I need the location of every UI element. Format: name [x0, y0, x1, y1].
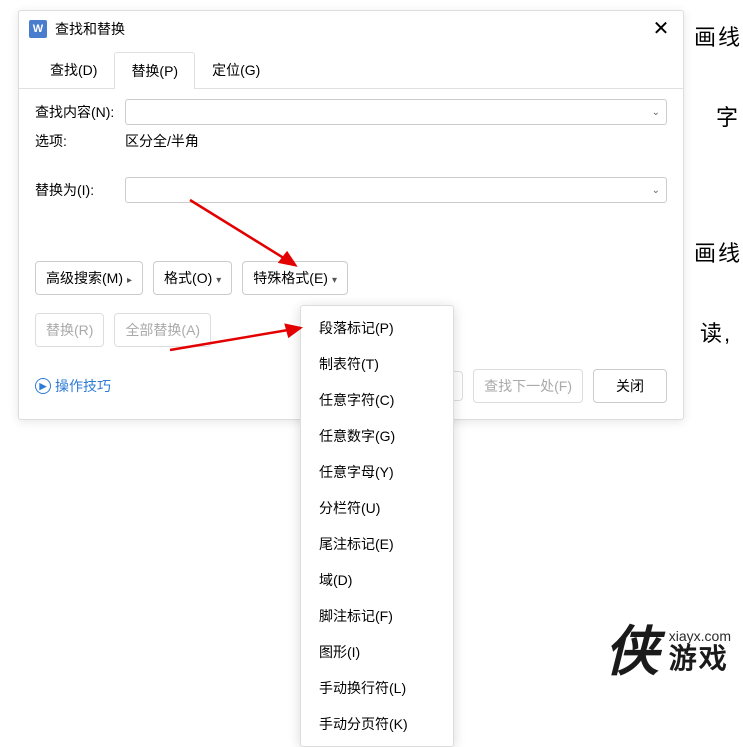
options-label: 选项:	[35, 131, 125, 151]
menu-item-tab[interactable]: 制表符(T)	[301, 346, 453, 382]
menu-item-paragraph-mark[interactable]: 段落标记(P)	[301, 310, 453, 346]
menu-item-footnote-mark[interactable]: 脚注标记(F)	[301, 598, 453, 634]
tab-find[interactable]: 查找(D)	[33, 51, 114, 88]
menu-item-endnote-mark[interactable]: 尾注标记(E)	[301, 526, 453, 562]
chevron-right-icon	[127, 270, 132, 286]
tab-goto[interactable]: 定位(G)	[195, 51, 277, 88]
bg-text-3: 画线	[694, 236, 742, 268]
menu-item-any-char[interactable]: 任意字符(C)	[301, 382, 453, 418]
toolbar-row-1: 高级搜索(M) 格式(O) 特殊格式(E)	[19, 255, 683, 307]
watermark-name: 游戏	[669, 644, 731, 675]
menu-item-graphic[interactable]: 图形(I)	[301, 634, 453, 670]
menu-item-manual-page-break[interactable]: 手动分页符(K)	[301, 706, 453, 742]
titlebar: W 查找和替换 ✕	[19, 11, 683, 47]
options-text: 区分全/半角	[125, 131, 199, 151]
watermark: 侠 xiayx.com 游戏	[605, 625, 731, 679]
replace-button: 替换(R)	[35, 313, 104, 347]
tabs: 查找(D) 替换(P) 定位(G)	[19, 47, 683, 89]
menu-item-field[interactable]: 域(D)	[301, 562, 453, 598]
format-button[interactable]: 格式(O)	[153, 261, 232, 295]
chevron-down-icon: ⌄	[652, 107, 660, 118]
replace-all-button: 全部替换(A)	[114, 313, 211, 347]
watermark-url: xiayx.com	[669, 629, 731, 644]
close-icon[interactable]: ✕	[649, 16, 673, 41]
watermark-logo: 侠	[605, 625, 659, 679]
menu-item-any-digit[interactable]: 任意数字(G)	[301, 418, 453, 454]
find-input[interactable]: ⌄	[125, 99, 667, 125]
menu-item-manual-line-break[interactable]: 手动换行符(L)	[301, 670, 453, 706]
play-icon: ▶	[35, 378, 51, 394]
close-button[interactable]: 关闭	[593, 369, 667, 403]
bg-text-2: 字	[716, 100, 740, 132]
app-icon: W	[29, 20, 47, 38]
chevron-down-icon	[216, 270, 221, 286]
advanced-search-button[interactable]: 高级搜索(M)	[35, 261, 143, 295]
find-label: 查找内容(N):	[35, 102, 125, 122]
menu-item-column-break[interactable]: 分栏符(U)	[301, 490, 453, 526]
dialog-title: 查找和替换	[55, 19, 649, 39]
tab-replace[interactable]: 替换(P)	[114, 52, 195, 89]
special-format-menu: 段落标记(P) 制表符(T) 任意字符(C) 任意数字(G) 任意字母(Y) 分…	[300, 305, 454, 747]
special-format-button[interactable]: 特殊格式(E)	[242, 261, 348, 295]
chevron-down-icon	[332, 270, 337, 286]
bg-text-1: 画线	[694, 20, 742, 52]
chevron-down-icon: ⌄	[652, 185, 660, 196]
form-area: 查找内容(N): ⌄ 选项: 区分全/半角 替换为(I): ⌄	[19, 89, 683, 225]
replace-input[interactable]: ⌄	[125, 177, 667, 203]
tips-link[interactable]: ▶ 操作技巧	[35, 376, 111, 396]
find-next-button: 查找下一处(F)	[473, 369, 583, 403]
replace-label: 替换为(I):	[35, 180, 125, 200]
menu-item-any-letter[interactable]: 任意字母(Y)	[301, 454, 453, 490]
bg-text-4: 读,	[700, 316, 732, 348]
